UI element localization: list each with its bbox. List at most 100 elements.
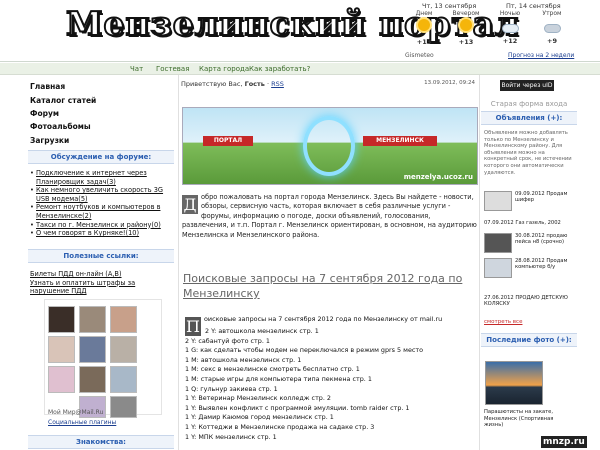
menu-downloads[interactable]: Загрузки <box>30 136 69 145</box>
forecast-link[interactable]: Прогноз на 2 недели <box>508 52 574 59</box>
gismeteo-link[interactable]: Gismeteo <box>405 52 434 59</box>
forum-topic-link[interactable]: Как немного увеличить скорость 3G USB мо… <box>36 186 163 203</box>
sun-icon <box>458 19 474 35</box>
weather-temp: +13 <box>458 38 474 46</box>
weather-col: Ночью +12 <box>492 10 528 45</box>
avatar[interactable] <box>79 366 106 393</box>
forum-topics: Подключение к интернет через Планировщик… <box>30 169 172 238</box>
social-plugins-link[interactable]: Социальные плагины <box>48 419 116 426</box>
photo-caption[interactable]: Парашютисты на закате, Мензелинск (Спорт… <box>484 409 574 429</box>
last-photo-thumbnail[interactable] <box>485 361 543 405</box>
article-lead: оисковые запросы на 7 сентября 2012 года… <box>204 315 443 323</box>
link-fines[interactable]: Узнать и оплатить штрафы за нарушение ПД… <box>30 279 172 296</box>
banner-sign-left: ПОРТАЛ <box>203 136 253 146</box>
avatar[interactable] <box>48 336 75 363</box>
query-line: 1 G: как сделать чтобы модем не переключ… <box>185 346 424 355</box>
query-line: 1 Y: МПК мензелинск стр. 1 <box>185 432 277 441</box>
rss-link[interactable]: RSS <box>271 80 284 88</box>
nav-guestbook[interactable]: Гостевая <box>156 65 189 73</box>
ad-text[interactable]: 28.08.2012 Продам компьютер б/у <box>515 258 574 271</box>
ad-item[interactable]: 07.09.2012 Газ газель, 2002 <box>484 220 574 226</box>
right-sidebar: Войти через uID Старая форма входа Объяв… <box>481 75 577 450</box>
avatar[interactable] <box>79 336 106 363</box>
list-item: Такси по г. Мензелинск и району(0) <box>30 221 172 230</box>
welcome-text: Добро пожаловать на портал города Мензел… <box>182 193 478 240</box>
ad-text[interactable]: 07.09.2012 Газ газель, 2002 <box>484 220 574 226</box>
forum-topic-link[interactable]: О чем говорят в Курняке!(10) <box>36 229 139 237</box>
forum-topic-link[interactable]: Ремонт ноутбуков и компьютеров в Мензели… <box>36 203 160 220</box>
useful-links: Билеты ПДД он-лайн (A,B) Узнать и оплати… <box>30 270 172 296</box>
forum-box-title: Обсуждение на форуме: <box>28 150 174 164</box>
nav-chat[interactable]: Чат <box>130 65 143 73</box>
guest-name: Гость <box>244 80 265 88</box>
see-all-ads-link[interactable]: смотреть все <box>484 319 522 325</box>
weather-label: Вечером <box>452 10 480 17</box>
acquaint-box-title: Знакомства: <box>28 435 174 449</box>
weather-col: Утром +9 <box>534 10 570 45</box>
weather-temp: +12 <box>502 37 518 45</box>
mymir-widget-title[interactable]: Мой Мир@Mail.Ru <box>48 409 103 416</box>
avatar[interactable] <box>110 336 137 363</box>
links-box-title: Полезные ссылки: <box>28 249 174 263</box>
cloud-icon <box>502 18 519 34</box>
ad-thumbnail[interactable] <box>484 258 512 278</box>
ad-text[interactable]: 30.08.2012 продаю пейса н8 (срочно) <box>515 233 574 246</box>
query-line: 1 Y: Выявлен конфликт с программой эмуля… <box>185 403 410 412</box>
menu-forum[interactable]: Форум <box>30 109 59 118</box>
query-line: 1 Y: Дамир Каюмов город мензелинск стр. … <box>185 413 334 422</box>
old-login-form-link[interactable]: Старая форма входа <box>481 100 577 108</box>
weather-label: Днем <box>415 10 433 17</box>
ad-text[interactable]: 09.09.2012 Продам шифер <box>515 191 574 204</box>
query-line: 1 Y: Ветеринар Мензелинск колледж стр. 2 <box>185 394 331 403</box>
ad-item[interactable]: 28.08.2012 Продам компьютер б/у <box>484 258 574 278</box>
last-photos-title: Последние фото (+): <box>481 333 577 347</box>
avatar[interactable] <box>110 366 137 393</box>
ad-item[interactable]: 27.06.2012 ПРОДАЮ ДЕТСКУЮ КОЛЯСКУ <box>484 295 574 308</box>
menu-home[interactable]: Главная <box>30 82 65 91</box>
avatar[interactable] <box>48 306 75 333</box>
ad-thumbnail[interactable] <box>484 191 512 211</box>
menu-articles[interactable]: Каталог статей <box>30 96 96 105</box>
weather-widget: Чт, 13 сентября Пт, 14 сентября Днем +13… <box>402 0 600 60</box>
forum-topic-link[interactable]: Подключение к интернет через Планировщик… <box>36 169 147 186</box>
avatar[interactable] <box>79 306 106 333</box>
weather-day-2: Пт, 14 сентября <box>506 2 561 10</box>
weather-day-1: Чт, 13 сентября <box>422 2 477 10</box>
article-title[interactable]: Поисковые запросы на 7 сентября 2012 год… <box>183 271 475 301</box>
weather-label: Утром <box>542 10 562 17</box>
weather-temp: +13 <box>416 38 432 46</box>
ad-item[interactable]: 30.08.2012 продаю пейса н8 (срочно) <box>484 233 574 253</box>
query-line: 1 Y: Коттеджи в Мензелинске продажа на с… <box>185 422 375 431</box>
ad-item[interactable]: 09.09.2012 Продам шифер <box>484 191 574 211</box>
query-line: 1 M: старые игры для компьютера типа пек… <box>185 374 372 383</box>
greeting: Приветствую Вас, Гость · RSS <box>181 80 284 88</box>
query-line: 2 Y: сабантуй фото стр. 1 <box>185 336 270 345</box>
ad-text[interactable]: 27.06.2012 ПРОДАЮ ДЕТСКУЮ КОЛЯСКУ <box>484 295 574 308</box>
avatar[interactable] <box>110 396 137 418</box>
avatar[interactable] <box>110 306 137 333</box>
link-pdd-tickets[interactable]: Билеты ПДД он-лайн (A,B) <box>30 270 172 279</box>
menu-photoalbums[interactable]: Фотоальбомы <box>30 122 91 131</box>
avatar[interactable] <box>48 366 75 393</box>
query-line: 1 M: секс в мензелинске смотреть бесплат… <box>185 365 360 374</box>
friends-photo-grid <box>44 299 162 418</box>
drop-cap: Д <box>182 195 198 214</box>
greeting-text: Приветствую Вас, <box>181 80 245 88</box>
login-uid-button[interactable]: Войти через uID <box>500 80 554 91</box>
forum-topic-link[interactable]: Такси по г. Мензелинск и району(0) <box>36 221 161 229</box>
article-body: Поисковые запросы на 7 сентября 2012 год… <box>185 315 477 442</box>
sun-icon <box>416 19 432 35</box>
weather-col: Днем +13 <box>406 10 442 46</box>
list-item: Как немного увеличить скорость 3G USB мо… <box>30 186 172 203</box>
query-line: 1 M: автошкола мензелинск стр. 1 <box>185 355 302 364</box>
cloud-icon <box>544 18 561 34</box>
banner-portal-ring <box>303 116 355 176</box>
banner-sign-right: МЕНЗЕЛИНСК <box>363 136 437 146</box>
weather-temp: +9 <box>547 37 557 45</box>
list-item: О чем говорят в Курняке!(10) <box>30 229 172 238</box>
nav-city-map[interactable]: Карта города <box>199 65 249 73</box>
weather-label: Ночью <box>499 10 521 17</box>
ad-thumbnail[interactable] <box>484 233 512 253</box>
nav-earn[interactable]: Как заработать? <box>249 65 310 73</box>
query-line: 1 Q: гульнур закиева стр. 1 <box>185 384 278 393</box>
